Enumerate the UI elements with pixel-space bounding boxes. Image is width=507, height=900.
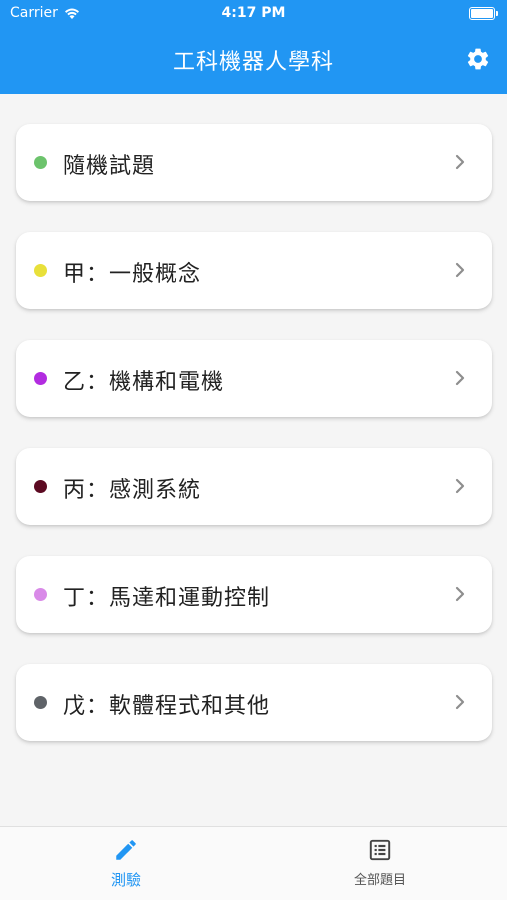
list-item[interactable]: 甲：一般概念 (16, 232, 492, 309)
app-root: Carrier 4:17 PM 工科機器人學科 隨機試題 甲：一般概念 乙：機構… (0, 0, 507, 900)
list-item[interactable]: 隨機試題 (16, 124, 492, 201)
app-header: Carrier 4:17 PM 工科機器人學科 (0, 0, 507, 94)
list-item[interactable]: 乙：機構和電機 (16, 340, 492, 417)
chevron-right-icon (455, 370, 465, 386)
category-dot (34, 264, 47, 277)
page-title: 工科機器人學科 (172, 50, 334, 75)
chevron-right-icon (455, 154, 465, 170)
list-item-label: 丙：感測系統 (63, 478, 202, 503)
status-bar: Carrier 4:17 PM (0, 0, 507, 28)
chevron-right-icon (455, 262, 465, 278)
list-item-label: 甲：一般概念 (63, 262, 202, 287)
list-item[interactable]: 丙：感測系統 (16, 448, 492, 525)
clock: 4:17 PM (221, 5, 286, 21)
tab-all-questions[interactable]: 全部題目 (300, 837, 460, 888)
list-item-label: 乙：機構和電機 (63, 370, 225, 395)
list-item-label: 戊：軟體程式和其他 (63, 694, 271, 719)
tab-label: 全部題目 (353, 873, 406, 888)
list-icon (369, 839, 391, 861)
list-item[interactable]: 丁：馬達和運動控制 (16, 556, 492, 633)
bottom-tab-bar: 測驗 全部題目 (0, 826, 507, 900)
tab-test[interactable]: 測驗 (46, 837, 206, 890)
category-list: 隨機試題 甲：一般概念 乙：機構和電機 丙：感測系統 丁：馬達和運動控制 戊：軟… (16, 124, 492, 772)
gear-icon (467, 48, 489, 70)
settings-button[interactable] (465, 46, 491, 72)
tab-label: 測驗 (110, 871, 141, 889)
pencil-icon (116, 840, 136, 860)
list-item-label: 丁：馬達和運動控制 (63, 586, 271, 611)
battery-icon (469, 7, 498, 20)
category-dot (34, 372, 47, 385)
list-item[interactable]: 戊：軟體程式和其他 (16, 664, 492, 741)
category-dot (34, 588, 47, 601)
category-dot (34, 156, 47, 169)
chevron-right-icon (455, 694, 465, 710)
chevron-right-icon (455, 586, 465, 602)
category-dot (34, 480, 47, 493)
category-dot (34, 696, 47, 709)
list-item-label: 隨機試題 (63, 154, 156, 179)
chevron-right-icon (455, 478, 465, 494)
